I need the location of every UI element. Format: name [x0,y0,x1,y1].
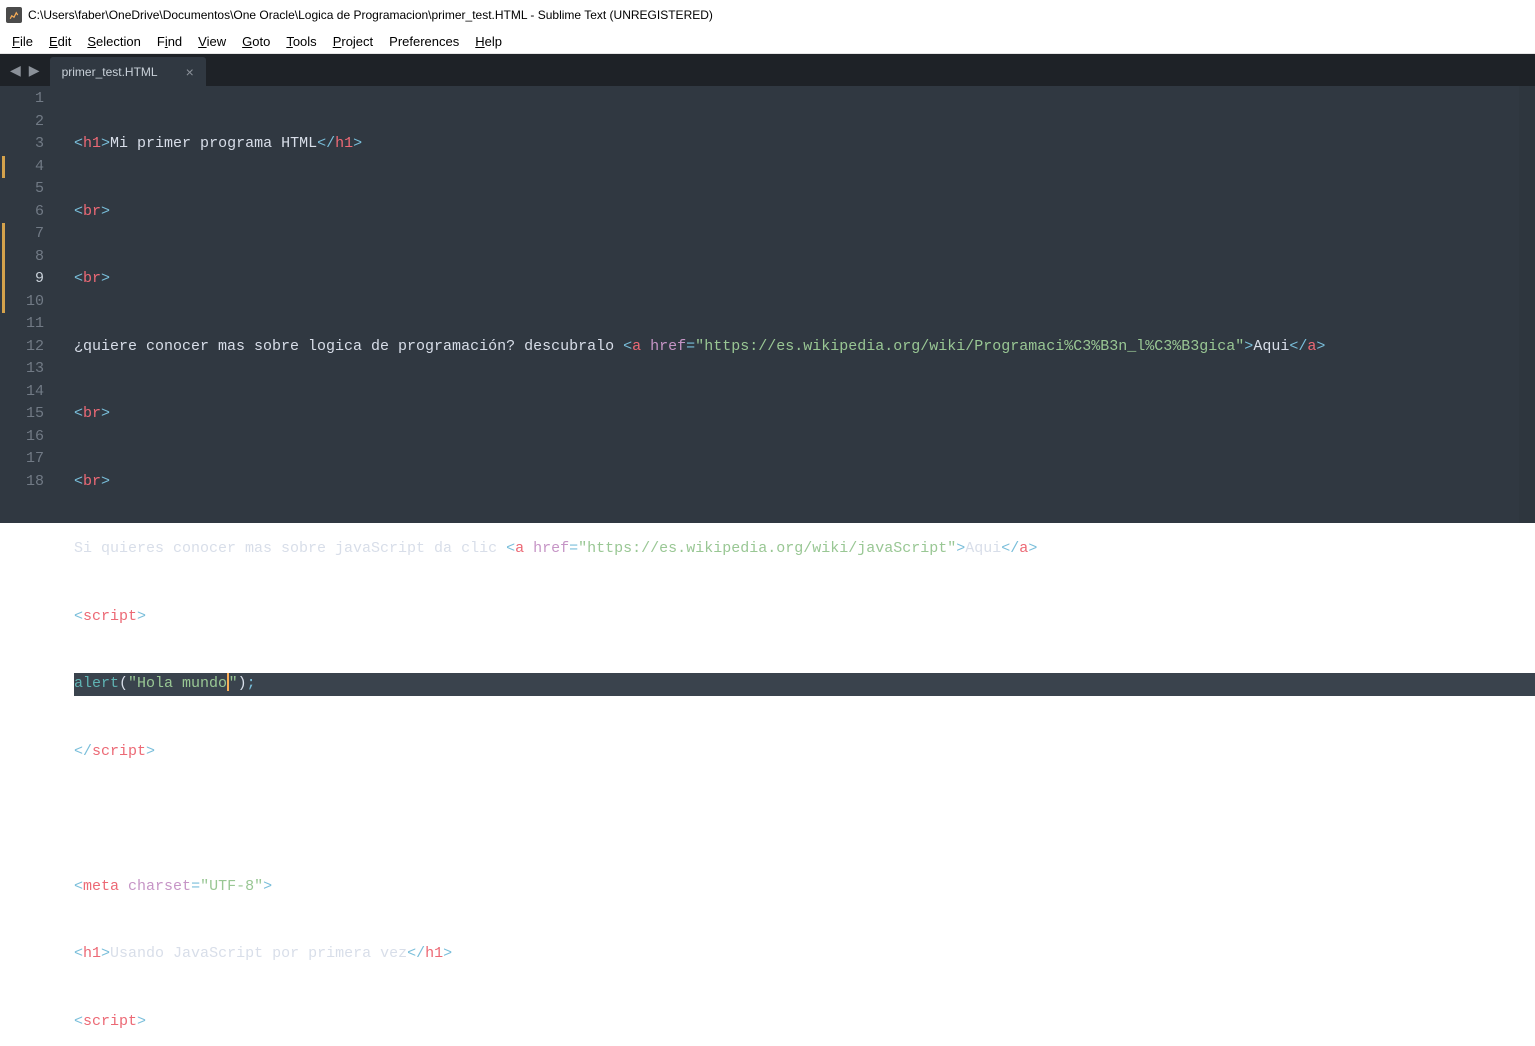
menu-project[interactable]: Project [325,32,381,51]
tab-label: primer_test.HTML [62,65,158,79]
title-bar: C:\Users\faber\OneDrive\Documentos\One O… [0,0,1535,30]
app-logo-icon [6,7,22,23]
code-area[interactable]: <h1>Mi primer programa HTML</h1> <br> <b… [58,86,1535,523]
menu-tools[interactable]: Tools [278,32,324,51]
line-number[interactable]: 7 [0,223,58,246]
line-number[interactable]: 5 [0,178,58,201]
line-number[interactable]: 15 [0,403,58,426]
scrollbar[interactable] [1519,86,1535,523]
menu-help[interactable]: Help [467,32,510,51]
tab-close-icon[interactable]: × [186,64,194,80]
line-number[interactable]: 14 [0,381,58,404]
editor: 1 2 3 4 5 6 7 8 9 10 11 12 13 14 15 16 1… [0,86,1535,523]
menu-view[interactable]: View [190,32,234,51]
tab-active[interactable]: primer_test.HTML × [50,57,206,86]
line-number[interactable]: 18 [0,471,58,494]
menu-goto[interactable]: Goto [234,32,278,51]
nav-forward-icon[interactable]: ▶ [27,62,42,79]
menu-bar: File Edit Selection Find View Goto Tools… [0,30,1535,54]
nav-back-icon[interactable]: ◀ [8,62,23,79]
line-number[interactable]: 9 [0,268,58,291]
line-number[interactable]: 12 [0,336,58,359]
menu-selection[interactable]: Selection [79,32,148,51]
line-number[interactable]: 6 [0,201,58,224]
tab-bar: ◀ ▶ primer_test.HTML × [0,54,1535,86]
menu-preferences[interactable]: Preferences [381,32,467,51]
menu-find[interactable]: Find [149,32,190,51]
window-title: C:\Users\faber\OneDrive\Documentos\One O… [28,8,713,22]
line-number[interactable]: 16 [0,426,58,449]
menu-edit[interactable]: Edit [41,32,79,51]
line-number[interactable]: 2 [0,111,58,134]
line-number[interactable]: 8 [0,246,58,269]
menu-file[interactable]: File [4,32,41,51]
line-number[interactable]: 11 [0,313,58,336]
line-number[interactable]: 10 [0,291,58,314]
nav-arrows: ◀ ▶ [0,54,50,86]
line-number[interactable]: 17 [0,448,58,471]
line-number[interactable]: 4 [0,156,58,179]
line-number[interactable]: 1 [0,88,58,111]
line-number[interactable]: 13 [0,358,58,381]
gutter: 1 2 3 4 5 6 7 8 9 10 11 12 13 14 15 16 1… [0,86,58,523]
line-number[interactable]: 3 [0,133,58,156]
